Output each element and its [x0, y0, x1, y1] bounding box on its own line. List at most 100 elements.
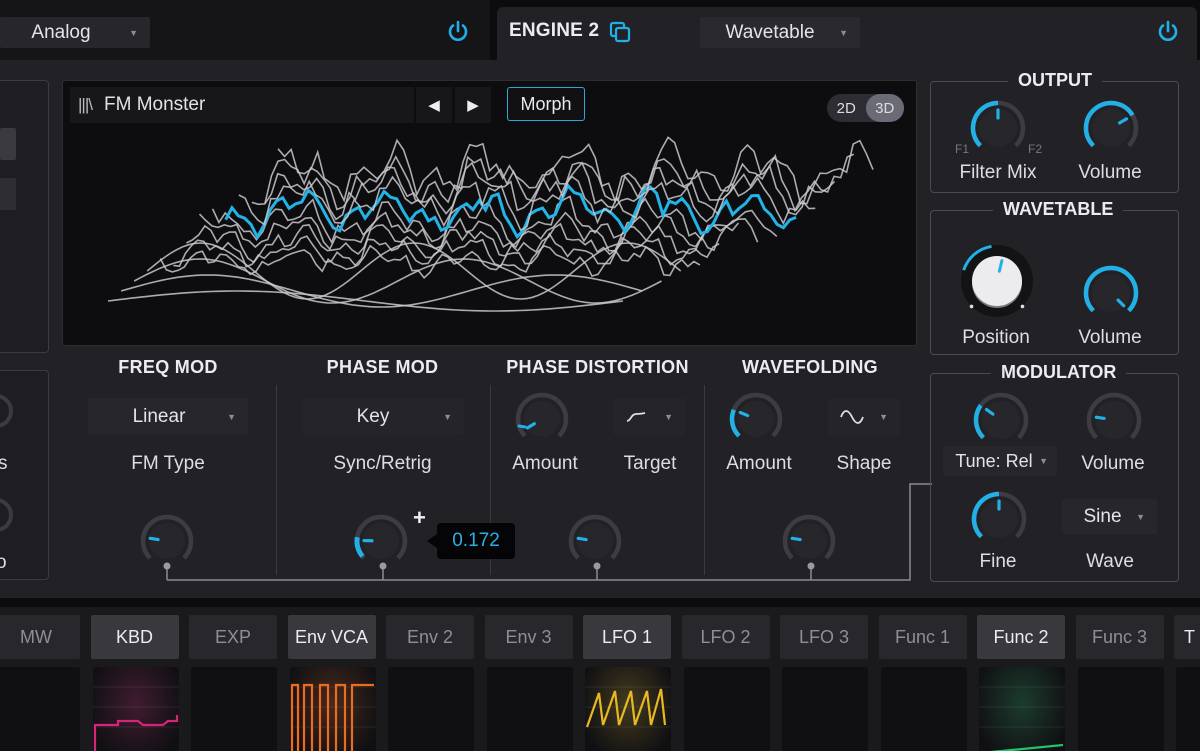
mod-source-label: MW [20, 626, 52, 647]
left-partial-knob[interactable] [0, 497, 14, 533]
fm-type-value: Linear [132, 405, 186, 427]
copy-icon[interactable] [608, 20, 632, 44]
f2-label: F2 [1028, 142, 1043, 156]
wf-amount-knob[interactable] [727, 390, 785, 453]
mod-source-tab[interactable]: Func 1 [878, 615, 967, 659]
view-mode-toggle[interactable]: 2D 3D [827, 94, 904, 122]
modulator-volume-knob[interactable] [1084, 390, 1144, 455]
pd-amount-knob[interactable] [513, 390, 571, 453]
sync-retrig-dropdown[interactable]: Key ▼ [302, 398, 464, 435]
tune-mode-value: Tune: Rel [955, 450, 1033, 471]
wave-label: Wave [1086, 551, 1134, 572]
sync-retrig-value: Key [356, 405, 390, 427]
pd-target-dropdown[interactable]: ▼ [613, 398, 685, 435]
mod-source-label: Env 3 [505, 626, 552, 647]
mod-source-tab[interactable]: KBD [90, 615, 179, 659]
mod-source-label: Func 3 [1091, 626, 1148, 647]
left-partial-panel [0, 80, 49, 353]
mod-curve [289, 683, 376, 751]
engine2-title: ENGINE 2 [509, 20, 600, 41]
mod-curve [585, 686, 671, 728]
mod-source-preview[interactable] [486, 667, 573, 751]
mod-source-tab[interactable]: EXP [189, 615, 277, 659]
chevron-down-icon: ▼ [1136, 511, 1145, 522]
mod-source-tab[interactable]: T [1174, 615, 1200, 659]
wavefolding-title: WAVEFOLDING [742, 357, 878, 377]
modulator-title: MODULATOR [991, 362, 1127, 383]
left-partial-button[interactable] [0, 128, 16, 160]
engine1-power-button[interactable] [446, 19, 470, 43]
left-partial-button[interactable] [0, 178, 16, 210]
left-partial-knob[interactable] [0, 393, 14, 429]
wavetable-volume-label: Volume [1078, 327, 1142, 348]
fm-type-dropdown[interactable]: Linear ▼ [88, 398, 248, 435]
mod-source-preview[interactable] [683, 667, 770, 751]
mod-source-tab[interactable]: Func 2 [977, 615, 1065, 659]
chevron-down-icon: ▼ [879, 411, 888, 422]
freq-mod-title: FREQ MOD [118, 357, 218, 377]
tilde-wave-icon [626, 411, 646, 422]
modulator-wave-dropdown[interactable]: Sine ▼ [1062, 499, 1157, 534]
mod-source-preview[interactable] [191, 667, 277, 751]
chevron-down-icon: ▼ [839, 27, 848, 38]
mod-source-label: EXP [214, 626, 252, 647]
knob-graphic [1083, 100, 1139, 148]
mod-source-tab[interactable]: LFO 3 [780, 615, 868, 659]
mod-source-preview[interactable] [289, 667, 376, 751]
mod-source-tab[interactable]: Env 2 [386, 615, 474, 659]
mod-source-preview[interactable] [388, 667, 474, 751]
engine2-power-button[interactable] [1156, 19, 1180, 43]
morph-button[interactable]: Morph [507, 87, 585, 121]
output-title: OUTPUT [1008, 70, 1102, 91]
mod-source-tab[interactable]: LFO 1 [583, 615, 671, 659]
phase-mod-title: PHASE MOD [326, 357, 439, 377]
mod-source-tab[interactable]: Env VCA [287, 615, 376, 659]
preset-browser-bar[interactable]: |||\ FM Monster [70, 87, 414, 123]
mod-source-tab[interactable]: Func 3 [1075, 615, 1164, 659]
mod-source-preview[interactable] [0, 667, 80, 751]
chevron-down-icon: ▼ [664, 411, 673, 422]
tune-mode-dropdown[interactable]: Tune: Rel ▼ [943, 446, 1057, 476]
previous-wavetable-button[interactable]: ◀ [416, 87, 452, 123]
mod-source-tab[interactable]: Env 3 [484, 615, 573, 659]
f1-label: F1 [955, 142, 970, 156]
view-3d-option[interactable]: 3D [865, 94, 904, 122]
mod-source-preview[interactable] [1077, 667, 1164, 751]
library-icon[interactable]: |||\ [78, 95, 93, 115]
wf-shape-dropdown[interactable]: ▼ [828, 398, 900, 435]
pd-amount-label: Amount [512, 453, 578, 474]
preset-name: FM Monster [103, 94, 206, 115]
engine2-type-dropdown[interactable]: Wavetable ▼ [700, 17, 860, 48]
pd-target-label: Target [623, 453, 677, 474]
mod-source-label: Func 1 [894, 626, 951, 647]
mod-source-label: LFO 3 [798, 626, 850, 647]
knob-graphic [961, 244, 1033, 317]
mod-source-tab[interactable]: LFO 2 [681, 615, 770, 659]
mod-source-preview[interactable] [979, 667, 1065, 751]
engine1-type-dropdown[interactable]: Analog ▼ [0, 17, 150, 48]
knob-graphic [973, 392, 1029, 440]
sine-wave-icon [840, 409, 864, 424]
output-volume-knob[interactable] [1081, 98, 1141, 163]
modulator-fine-knob[interactable] [969, 489, 1029, 554]
mod-source-label: Env VCA [294, 626, 369, 647]
mod-source-preview[interactable] [880, 667, 967, 751]
mod-source-tab[interactable]: MW [0, 615, 80, 659]
next-wavetable-button[interactable]: ▶ [455, 87, 491, 123]
filter-mix-label: Filter Mix [959, 162, 1037, 183]
chevron-down-icon: ▼ [443, 411, 452, 422]
mod-source-label: KBD [115, 626, 153, 647]
engine2-type-value: Wavetable [725, 21, 815, 43]
filter-mix-knob[interactable] [968, 98, 1028, 163]
mod-source-preview[interactable] [585, 667, 671, 751]
fine-label: Fine [979, 551, 1017, 572]
wavetable-volume-knob[interactable] [1081, 263, 1141, 328]
mod-source-preview[interactable] [782, 667, 868, 751]
view-2d-option[interactable]: 2D [827, 94, 866, 122]
chevron-down-icon: ▼ [1039, 456, 1048, 466]
mod-source-preview[interactable] [1176, 667, 1200, 751]
mod-curve [979, 686, 1065, 751]
left-partial-label: s [0, 453, 8, 474]
wavetable-position-knob[interactable] [958, 242, 1036, 325]
mod-source-preview[interactable] [92, 667, 179, 751]
